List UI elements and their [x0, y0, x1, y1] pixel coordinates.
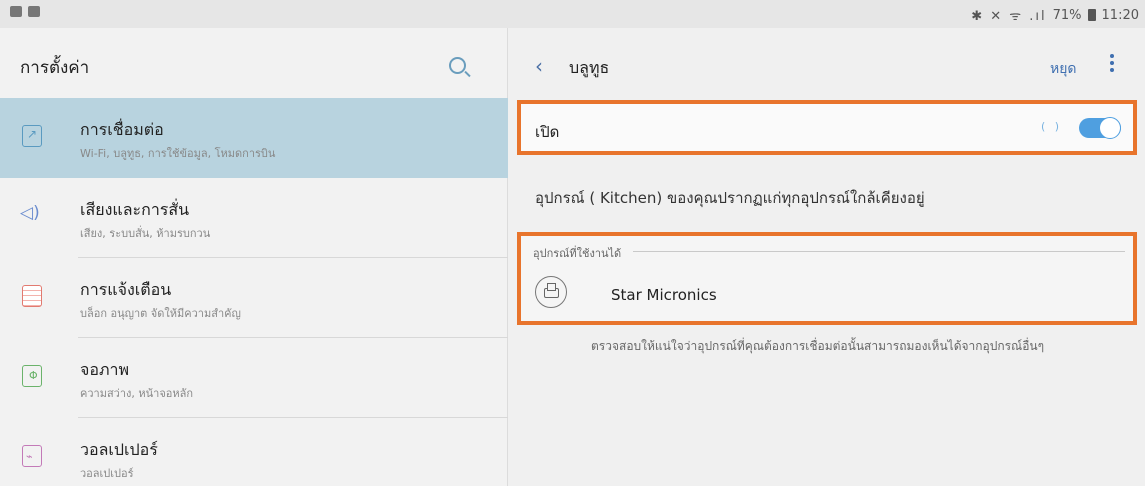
- connection-icon: [22, 125, 42, 147]
- wallpaper-icon: [22, 445, 42, 467]
- menu-item-title: เสียงและการสั่น: [80, 200, 190, 219]
- device-item[interactable]: Star Micronics: [521, 266, 1133, 321]
- menu-item-display[interactable]: จอภาพ ความสว่าง, หน้าจอหลัก: [0, 338, 508, 418]
- sound-icon: [20, 203, 42, 227]
- menu-item-notifications[interactable]: การแจ้งเตือน บล็อก อนุญาต จัดให้มีความสำ…: [0, 258, 508, 338]
- bluetooth-header: ‹ บลูทูธ หยุด: [509, 28, 1145, 98]
- toggle-label: เปิด: [535, 123, 560, 141]
- status-bar: ✱ ✕ ᯤ .ıl 71% 11:20: [0, 0, 1145, 28]
- section-header: อุปกรณ์ที่ใช้งานได้: [533, 247, 622, 260]
- back-icon[interactable]: ‹: [535, 54, 543, 78]
- menu-item-title: การเชื่อมต่อ: [80, 120, 164, 139]
- menu-item-title: การแจ้งเตือน: [80, 280, 172, 299]
- scanning-icon: ( ): [1041, 120, 1063, 133]
- bluetooth-toggle-row[interactable]: เปิด ( ): [517, 100, 1137, 155]
- message-icon: [28, 6, 40, 17]
- help-text: ตรวจสอบให้แน่ใจว่าอุปกรณ์ที่คุณต้องการเช…: [591, 339, 1045, 353]
- bluetooth-switch[interactable]: [1079, 117, 1121, 139]
- page-title: บลูทูธ: [569, 58, 610, 77]
- settings-menu: การเชื่อมต่อ Wi-Fi, บลูทูธ, การใช้ข้อมูล…: [0, 98, 508, 486]
- menu-item-subtitle: Wi-Fi, บลูทูธ, การใช้ข้อมูล, โหมดการบิน: [80, 147, 276, 160]
- bluetooth-panel: ‹ บลูทูธ หยุด เปิด ( ) อุปกรณ์ ( Kitchen…: [509, 28, 1145, 486]
- notification-icon: [22, 285, 42, 307]
- display-icon: [22, 365, 42, 387]
- more-options-icon[interactable]: [1109, 54, 1115, 74]
- menu-item-sounds[interactable]: เสียงและการสั่น เสียง, ระบบสั่น, ห้ามรบก…: [0, 178, 508, 258]
- device-name: Star Micronics: [611, 286, 717, 304]
- menu-item-title: วอลเปเปอร์: [80, 440, 158, 459]
- settings-header: การตั้งค่า: [0, 28, 508, 98]
- menu-item-subtitle: ความสว่าง, หน้าจอหลัก: [80, 387, 194, 400]
- battery-level: 71%: [1052, 7, 1082, 23]
- printer-icon: [535, 276, 567, 308]
- signal-icons: ✱ ✕ ᯤ .ıl: [971, 9, 1047, 24]
- menu-item-subtitle: วอลเปเปอร์: [80, 467, 134, 480]
- available-devices-section: อุปกรณ์ที่ใช้งานได้ Star Micronics: [517, 232, 1137, 325]
- search-icon[interactable]: [449, 57, 466, 74]
- settings-title: การตั้งค่า: [20, 58, 90, 78]
- menu-item-connections[interactable]: การเชื่อมต่อ Wi-Fi, บลูทูธ, การใช้ข้อมูล…: [0, 98, 508, 178]
- clock: 11:20: [1101, 7, 1139, 23]
- visibility-text: อุปกรณ์ ( Kitchen) ของคุณปรากฏแก่ทุกอุปก…: [535, 189, 925, 207]
- menu-item-title: จอภาพ: [80, 360, 130, 379]
- mail-icon: [10, 6, 22, 17]
- notification-icons: [10, 6, 40, 17]
- menu-item-wallpaper[interactable]: วอลเปเปอร์ วอลเปเปอร์: [0, 418, 508, 486]
- settings-panel: การตั้งค่า การเชื่อมต่อ Wi-Fi, บลูทูธ, ก…: [0, 28, 508, 486]
- menu-item-subtitle: เสียง, ระบบสั่น, ห้ามรบกวน: [80, 227, 211, 240]
- status-indicators: ✱ ✕ ᯤ .ıl 71% 11:20: [971, 6, 1139, 25]
- switch-knob: [1099, 117, 1121, 139]
- menu-item-subtitle: บล็อก อนุญาต จัดให้มีความสำคัญ: [80, 307, 241, 320]
- stop-button[interactable]: หยุด: [1050, 58, 1077, 80]
- battery-icon: [1087, 9, 1096, 21]
- divider: [633, 251, 1125, 252]
